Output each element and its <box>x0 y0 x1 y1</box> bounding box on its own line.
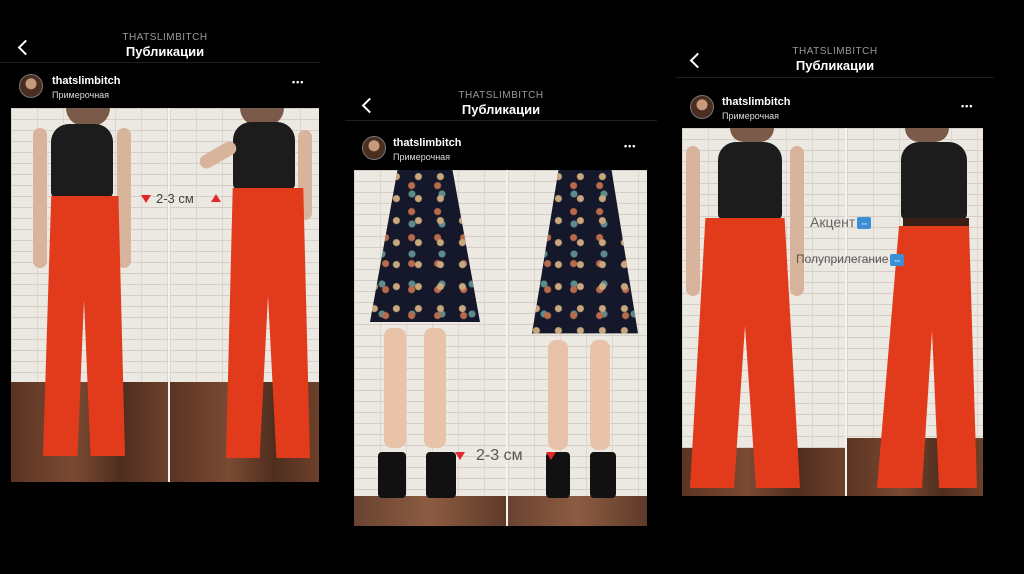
more-options-icon[interactable]: ••• <box>624 141 636 151</box>
photo-right-half <box>847 128 983 496</box>
post-location[interactable]: Примерочная <box>52 90 109 100</box>
avatar[interactable] <box>362 136 386 160</box>
figure-arm <box>33 128 47 268</box>
figure-arm <box>790 146 804 296</box>
figure-arm <box>686 146 700 296</box>
measurement-annotation: 2-3 см <box>476 447 523 464</box>
figure-head <box>730 128 774 142</box>
fit-annotation-semi-fitted: Полуприлегание ⇔ <box>796 252 905 266</box>
photo-right-half <box>170 108 319 482</box>
post-photo[interactable]: Акцент ⇔ Полуприлегание ⇔ <box>682 128 983 496</box>
measurement-annotation: 2-3 см <box>156 191 194 206</box>
annotation-accent-label: Акцент <box>810 214 856 230</box>
header-title: Публикации <box>125 44 205 59</box>
legs <box>548 340 568 450</box>
avatar[interactable] <box>19 74 43 98</box>
black-boots <box>378 452 406 498</box>
black-boots <box>426 452 456 498</box>
figure-top <box>51 124 113 198</box>
belt <box>903 218 969 226</box>
figure-top <box>233 122 295 190</box>
post-panel-1: THATSLIMBITCH Публикации thatslimbitch П… <box>0 20 330 490</box>
header-title: Публикации <box>795 58 875 73</box>
avatar[interactable] <box>690 95 714 119</box>
post-photo[interactable]: 2-3 см <box>354 170 647 526</box>
more-options-icon[interactable]: ••• <box>961 101 973 111</box>
post-username[interactable]: thatslimbitch <box>722 96 790 108</box>
floral-dress <box>370 170 480 322</box>
post-location[interactable]: Примерочная <box>722 111 779 121</box>
figure-top <box>901 142 967 220</box>
divider <box>345 120 657 121</box>
post-header: THATSLIMBITCH Публикации <box>345 90 657 117</box>
photo-left-half <box>354 170 506 526</box>
header-title: Публикации <box>461 102 541 117</box>
post-username[interactable]: thatslimbitch <box>393 137 461 149</box>
divider <box>0 62 320 63</box>
post-header: THATSLIMBITCH Публикации <box>676 46 994 73</box>
arrows-emoji-icon: ⇔ <box>890 253 905 266</box>
legs <box>424 328 446 448</box>
post-panel-2: THATSLIMBITCH Публикации thatslimbitch П… <box>345 80 657 530</box>
photo-left-half <box>11 108 168 482</box>
header-account: THATSLIMBITCH <box>792 46 878 57</box>
legs <box>384 328 406 448</box>
floor <box>508 496 647 526</box>
divider <box>676 77 994 78</box>
figure-head <box>905 128 949 142</box>
floor <box>354 496 506 526</box>
floral-dress <box>532 170 638 334</box>
post-panel-3: THATSLIMBITCH Публикации thatslimbitch П… <box>676 33 994 503</box>
red-triangle-down-icon <box>546 452 556 460</box>
post-location[interactable]: Примерочная <box>393 152 450 162</box>
annotation-semi-fitted-label: Полуприлегание <box>796 252 889 266</box>
photo-right-half <box>508 170 647 526</box>
legs <box>590 340 610 450</box>
post-username[interactable]: thatslimbitch <box>52 75 120 87</box>
post-header: THATSLIMBITCH Публикации <box>0 32 330 59</box>
red-triangle-down-icon <box>455 452 465 460</box>
photo-left-half <box>682 128 845 496</box>
post-photo[interactable]: 2-3 см <box>11 108 319 482</box>
figure-top <box>718 142 782 220</box>
fit-annotation-accent: Акцент ⇔ <box>810 214 872 230</box>
black-boots <box>590 452 616 498</box>
red-triangle-down-icon <box>141 195 151 203</box>
arrows-emoji-icon: ⇔ <box>857 217 872 230</box>
more-options-icon[interactable]: ••• <box>292 77 304 87</box>
header-account: THATSLIMBITCH <box>458 90 544 101</box>
header-account: THATSLIMBITCH <box>122 32 208 43</box>
red-triangle-up-icon <box>211 194 221 202</box>
